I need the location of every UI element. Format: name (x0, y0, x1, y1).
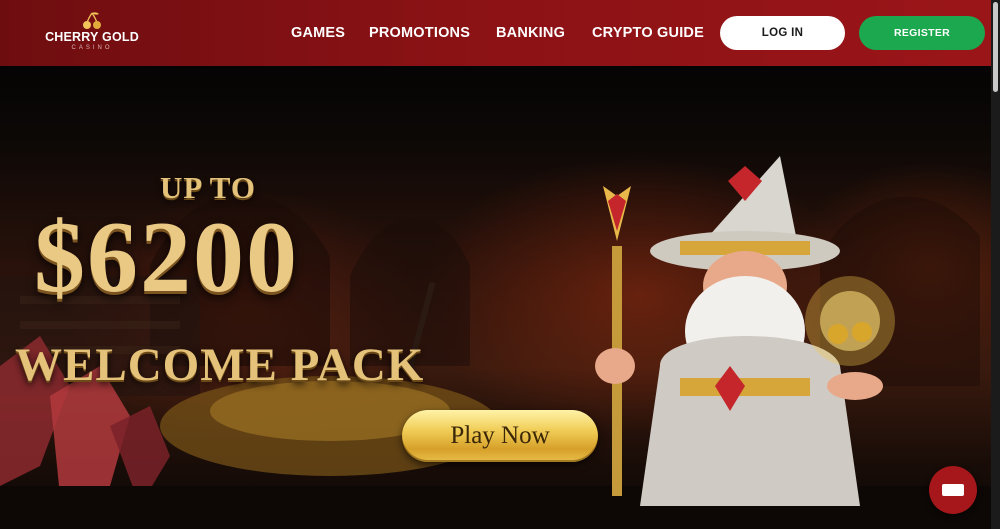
promo-text-block: UP TO $6200 WELCOME PACK (0, 66, 423, 396)
nav-crypto-guide[interactable]: CRYPTO GUIDE (592, 25, 704, 41)
scrollbar-thumb[interactable] (993, 2, 998, 92)
nav-promotions[interactable]: PROMOTIONS (369, 25, 470, 41)
nav-games[interactable]: GAMES (291, 25, 345, 41)
cherries-logo-icon (83, 12, 101, 29)
chat-button[interactable] (929, 466, 977, 514)
hero-banner: UP TO $6200 WELCOME PACK Play Now (0, 66, 991, 529)
promo-welcome-pack: WELCOME PACK (15, 339, 425, 391)
chat-icon (942, 484, 964, 496)
cherry-gold-logo[interactable]: CHERRY GOLD CASINO (44, 10, 140, 56)
scrollbar[interactable] (991, 0, 1000, 529)
login-button[interactable]: LOG IN (720, 16, 845, 50)
play-now-button[interactable]: Play Now (402, 410, 598, 462)
promo-amount: $6200 (34, 201, 299, 314)
register-button[interactable]: REGISTER (859, 16, 985, 50)
site-header: CHERRY GOLD CASINO GAMES PROMOTIONS BANK… (0, 0, 991, 66)
logo-subtitle: CASINO (71, 45, 113, 51)
nav-banking[interactable]: BANKING (496, 25, 565, 41)
logo-name: CHERRY GOLD (45, 30, 139, 44)
